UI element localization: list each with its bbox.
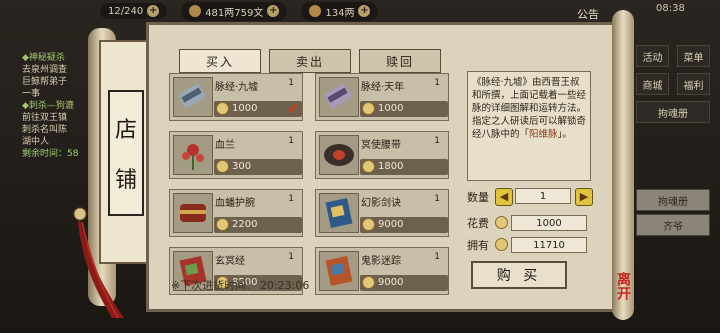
- item-qty: 1: [288, 252, 294, 262]
- item-description: 《脉经·九墟》由西晋王叔和所撰，上面记载着一些经脉的详细图解和运转方法。 指定之…: [467, 71, 591, 181]
- coin-icon: [362, 218, 375, 231]
- item-qty: 1: [434, 136, 440, 146]
- shop-item[interactable]: 幻影剑诀 1 9000: [315, 189, 449, 237]
- shop-panel: 买入 卖出 赎回 脉经·九墟 1 1000 ✔ 脉经·天年 1 1000 血兰: [146, 22, 618, 312]
- item-grid: 脉经·九墟 1 1000 ✔ 脉经·天年 1 1000 血兰 1 300 冥使腰…: [169, 73, 459, 295]
- coin-icon: [216, 160, 229, 173]
- store-button[interactable]: 商城: [636, 73, 669, 95]
- money-icon: [189, 5, 202, 17]
- top-hud: 12/240 + 481两759文 + 134两 +: [100, 0, 620, 22]
- owned-label: 拥有: [467, 239, 489, 252]
- clock: 08:38: [656, 3, 685, 14]
- item-price: 1800: [360, 159, 448, 175]
- shop-item[interactable]: 冥使腰带 1 1800: [315, 131, 449, 179]
- restock-label: ※下次进货时间:: [171, 279, 250, 292]
- menu-button[interactable]: 菜单: [677, 45, 710, 67]
- item-qty: 1: [434, 194, 440, 204]
- item-name: 玄冥经: [215, 256, 245, 267]
- item-qty: 1: [434, 78, 440, 88]
- soul-book-tab[interactable]: 拘魂册: [636, 189, 710, 211]
- stamina-value: 12/240: [108, 5, 144, 17]
- welfare-button[interactable]: 福利: [677, 73, 710, 95]
- restock-timer: ※下次进货时间: 20:23:06: [171, 277, 309, 293]
- item-qty: 1: [434, 252, 440, 262]
- shop-item[interactable]: 血蟠护腕 1 2200: [169, 189, 303, 237]
- item-price: 2200: [214, 217, 302, 233]
- item-price: 9000: [360, 275, 448, 291]
- scroll-icon: [173, 77, 213, 117]
- decrease-arrow-icon[interactable]: ◀: [495, 188, 513, 206]
- item-name: 脉经·天年: [361, 82, 405, 93]
- book-icon: [319, 251, 359, 291]
- buy-button[interactable]: 购 买: [471, 261, 567, 289]
- desc-text: 《脉经·九墟》由西晋王叔和所撰，上面记载着一些经脉的详细图解和运转方法。: [472, 77, 587, 114]
- activity-button[interactable]: 活动: [636, 45, 669, 67]
- item-name: 鬼影迷踪: [361, 256, 401, 267]
- item-name: 幻影剑诀: [361, 198, 401, 209]
- shop-item[interactable]: 脉经·天年 1 1000: [315, 73, 449, 121]
- add-stamina-button[interactable]: +: [147, 5, 160, 17]
- shop-title: 店 铺: [108, 90, 144, 216]
- increase-arrow-icon[interactable]: ▶: [575, 188, 593, 206]
- desc-text: 」。: [557, 129, 572, 140]
- resource-value: 134两: [325, 7, 355, 19]
- coin-icon: [362, 160, 375, 173]
- quantity-field[interactable]: 1: [515, 188, 571, 204]
- tab-buy[interactable]: 买入: [179, 49, 261, 73]
- qi-ye-tab[interactable]: 齐爷: [636, 214, 710, 236]
- shop-item[interactable]: 血兰 1 300: [169, 131, 303, 179]
- item-qty: 1: [288, 78, 294, 88]
- tab-redeem[interactable]: 赎回: [359, 49, 441, 73]
- bracer-icon: [173, 193, 213, 233]
- restock-time: 20:23:06: [259, 279, 310, 292]
- book-icon: [319, 193, 359, 233]
- item-name: 冥使腰带: [361, 140, 401, 151]
- shop-item[interactable]: 脉经·九墟 1 1000 ✔: [169, 73, 303, 121]
- shop-item[interactable]: 鬼影迷踪 1 9000: [315, 247, 449, 295]
- item-price: 9000: [360, 217, 448, 233]
- add-money-button[interactable]: +: [267, 5, 280, 17]
- item-name: 血蟠护腕: [215, 198, 255, 209]
- tab-sell[interactable]: 卖出: [269, 49, 351, 73]
- side-menu: 活动 菜单 商城 福利 拘魂册 拘魂册 齐爷: [632, 42, 714, 239]
- item-qty: 1: [288, 194, 294, 204]
- item-price: 300: [214, 159, 302, 175]
- add-resource-button[interactable]: +: [358, 5, 371, 17]
- notice-button[interactable]: 公告: [577, 6, 599, 22]
- tassel-icon: [73, 207, 124, 319]
- coin-icon: [495, 216, 508, 229]
- cost-value: 1000: [511, 215, 587, 231]
- coin-icon: [216, 102, 229, 115]
- item-qty: 1: [288, 136, 294, 146]
- belt-icon: [319, 135, 359, 175]
- item-name: 脉经·九墟: [215, 82, 259, 93]
- coin-icon: [216, 218, 229, 231]
- quantity-label: 数量: [467, 191, 489, 204]
- owned-value: 11710: [511, 237, 587, 253]
- scroll-icon: [319, 77, 359, 117]
- desc-highlight: 阳维脉: [529, 129, 558, 140]
- shop-title-bottom: 铺: [114, 168, 137, 193]
- resource-counter: 134两 +: [301, 1, 379, 21]
- selected-check-icon: ✔: [286, 99, 300, 118]
- resource-icon: [309, 5, 322, 17]
- leave-button[interactable]: 离开: [613, 272, 633, 300]
- cost-label: 花费: [467, 217, 489, 230]
- coin-icon: [495, 238, 508, 251]
- soul-book-button[interactable]: 拘魂册: [636, 101, 710, 123]
- flower-icon: [173, 135, 213, 175]
- shop-tabs: 买入 卖出 赎回: [179, 49, 441, 73]
- money-value: 481两759文: [205, 7, 264, 19]
- money-counter: 481两759文 +: [181, 1, 288, 21]
- coin-icon: [362, 102, 375, 115]
- stamina-counter: 12/240 +: [100, 3, 168, 19]
- item-price: 1000: [360, 101, 448, 117]
- shop-title-top: 店: [114, 118, 137, 143]
- coin-icon: [362, 276, 375, 289]
- item-name: 血兰: [215, 140, 235, 151]
